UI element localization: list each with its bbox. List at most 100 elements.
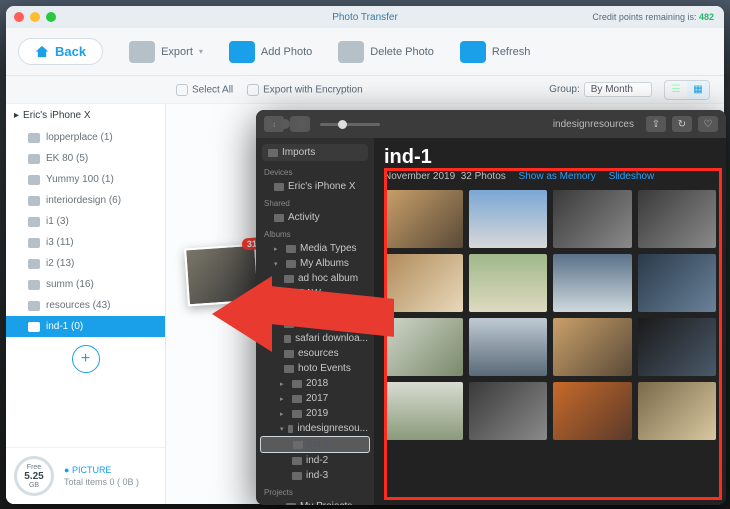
zoom-slider[interactable] — [320, 123, 380, 126]
view-toggle[interactable]: ☰▦ — [664, 80, 710, 100]
album-title: ind-1 — [384, 146, 716, 169]
album-icon — [28, 175, 40, 185]
group-select[interactable]: By Month — [584, 82, 652, 97]
sidebar-item[interactable]: resources (43) — [6, 295, 165, 316]
album-icon — [28, 238, 40, 248]
album-icon — [28, 133, 40, 143]
album-icon — [28, 196, 40, 206]
export-encryption-checkbox[interactable]: Export with Encryption — [247, 84, 363, 96]
year-item[interactable]: ▸2017 — [256, 391, 374, 406]
show-as-memory-link[interactable]: Show as Memory — [519, 171, 596, 182]
share-icon[interactable]: ⇪ — [646, 116, 666, 132]
photo-thumbnail[interactable] — [384, 190, 463, 248]
sidebar-item[interactable]: i2 (13) — [6, 253, 165, 274]
export-button[interactable]: Export▾ — [129, 41, 203, 63]
grid-view-icon[interactable]: ▦ — [687, 81, 709, 99]
list-view-icon[interactable]: ☰ — [665, 81, 687, 99]
indesign-folder[interactable]: ▾indesignresou... — [256, 421, 374, 436]
album-item[interactable]: ind-3 — [256, 468, 374, 483]
imports-item[interactable]: Imports — [262, 144, 368, 161]
photo-thumbnail[interactable] — [553, 318, 632, 376]
rotate-icon[interactable]: ↻ — [672, 116, 692, 132]
album-item-selected[interactable]: ind-1 — [260, 436, 370, 453]
sidebar-item-active[interactable]: ind-1 (0) — [6, 316, 165, 337]
photo-thumbnail[interactable] — [638, 190, 717, 248]
photo-thumbnail[interactable] — [469, 190, 548, 248]
photos-window: ‹ › indesignresources ⇪ ↻ ♡ Imports Devi… — [256, 110, 726, 505]
refresh-button[interactable]: Refresh — [460, 41, 531, 63]
sidebar-item[interactable]: i3 (11) — [6, 232, 165, 253]
total-items: Total items 0 ( 0B ) — [64, 477, 139, 487]
photos-window-title: indesignresources — [553, 119, 634, 130]
my-projects-item[interactable]: ▸My Projects — [256, 499, 374, 505]
sidebar-item[interactable]: i1 (3) — [6, 211, 165, 232]
year-item[interactable]: ▸2019 — [256, 406, 374, 421]
imports-icon — [268, 149, 278, 157]
my-albums-item[interactable]: ▾My Albums — [256, 256, 374, 271]
back-button[interactable]: Back — [18, 38, 103, 65]
album-item[interactable]: ad hoc album — [256, 271, 374, 286]
sidebar-item[interactable]: summ (16) — [6, 274, 165, 295]
album-item[interactable]: RAW — [256, 286, 374, 301]
window-controls[interactable] — [14, 12, 56, 22]
album-meta: November 2019 32 Photos Show as Memory S… — [384, 171, 716, 182]
media-types-item[interactable]: ▸Media Types — [256, 241, 374, 256]
titlebar: Photo Transfer Credit points remaining i… — [6, 6, 724, 28]
photo-thumbnail[interactable] — [384, 318, 463, 376]
toolbar: Back Export▾ Add Photo Delete Photo Refr… — [6, 28, 724, 76]
photo-thumbnail[interactable] — [469, 254, 548, 312]
photo-thumbnail[interactable] — [638, 382, 717, 440]
option-bar: Select All Export with Encryption Group:… — [6, 76, 724, 104]
album-item[interactable]: safari downloa... — [256, 331, 374, 346]
photo-thumbnail[interactable] — [638, 254, 717, 312]
storage-ring: Free5.25GB — [14, 456, 54, 496]
album-item[interactable]: scan — [256, 301, 374, 316]
device-header[interactable]: ▸ Eric's iPhone X — [6, 104, 165, 127]
photo-thumbnail[interactable] — [469, 382, 548, 440]
sidebar-item[interactable]: interiordesign (6) — [6, 190, 165, 211]
photo-thumbnail[interactable] — [553, 254, 632, 312]
picture-label: ● PICTURE — [64, 465, 139, 475]
album-icon — [28, 322, 40, 332]
storage-footer: Free5.25GB ● PICTURE Total items 0 ( 0B … — [6, 447, 165, 504]
album-item[interactable]: 2018s1 — [256, 316, 374, 331]
photos-sidebar: Imports Devices Eric's iPhone X Shared A… — [256, 138, 374, 505]
album-item[interactable]: hoto Events — [256, 361, 374, 376]
album-icon — [28, 154, 40, 164]
sidebar-item[interactable]: EK 80 (5) — [6, 148, 165, 169]
shared-header: Shared — [256, 194, 374, 210]
delete-photo-icon — [338, 41, 364, 63]
dragged-thumbnail[interactable]: 31 — [184, 244, 260, 307]
export-icon — [129, 41, 155, 63]
add-album-button[interactable]: + — [72, 345, 100, 373]
credit-label: Credit points remaining is: 482 — [592, 12, 714, 22]
photo-thumbnail[interactable] — [469, 318, 548, 376]
slideshow-link[interactable]: Slideshow — [609, 171, 655, 182]
album-item[interactable]: ind-2 — [256, 453, 374, 468]
album-item[interactable]: esources — [256, 346, 374, 361]
delete-photo-button[interactable]: Delete Photo — [338, 41, 434, 63]
year-item[interactable]: ▸2018 — [256, 376, 374, 391]
select-all-checkbox[interactable]: Select All — [176, 84, 233, 96]
album-icon — [28, 217, 40, 227]
photo-thumbnail[interactable] — [553, 382, 632, 440]
refresh-icon — [460, 41, 486, 63]
favorite-icon[interactable]: ♡ — [698, 116, 718, 132]
photo-thumbnail[interactable] — [384, 254, 463, 312]
activity-item[interactable]: Activity — [256, 210, 374, 225]
photo-thumbnail[interactable] — [384, 382, 463, 440]
photo-thumbnail[interactable] — [638, 318, 717, 376]
thumbnail-grid — [384, 190, 716, 440]
device-item[interactable]: Eric's iPhone X — [256, 179, 374, 194]
chevron-down-icon: ▾ — [199, 47, 203, 56]
photo-thumbnail[interactable] — [553, 190, 632, 248]
album-sidebar: ▸ Eric's iPhone X lopperplace (1) EK 80 … — [6, 104, 166, 504]
window-controls[interactable] — [264, 119, 306, 129]
album-icon — [28, 301, 40, 311]
add-photo-button[interactable]: Add Photo — [229, 41, 312, 63]
devices-header: Devices — [256, 163, 374, 179]
sidebar-item[interactable]: Yummy 100 (1) — [6, 169, 165, 190]
sidebar-item[interactable]: lopperplace (1) — [6, 127, 165, 148]
group-label: Group: — [549, 84, 580, 95]
photos-titlebar: ‹ › indesignresources ⇪ ↻ ♡ — [256, 110, 726, 138]
